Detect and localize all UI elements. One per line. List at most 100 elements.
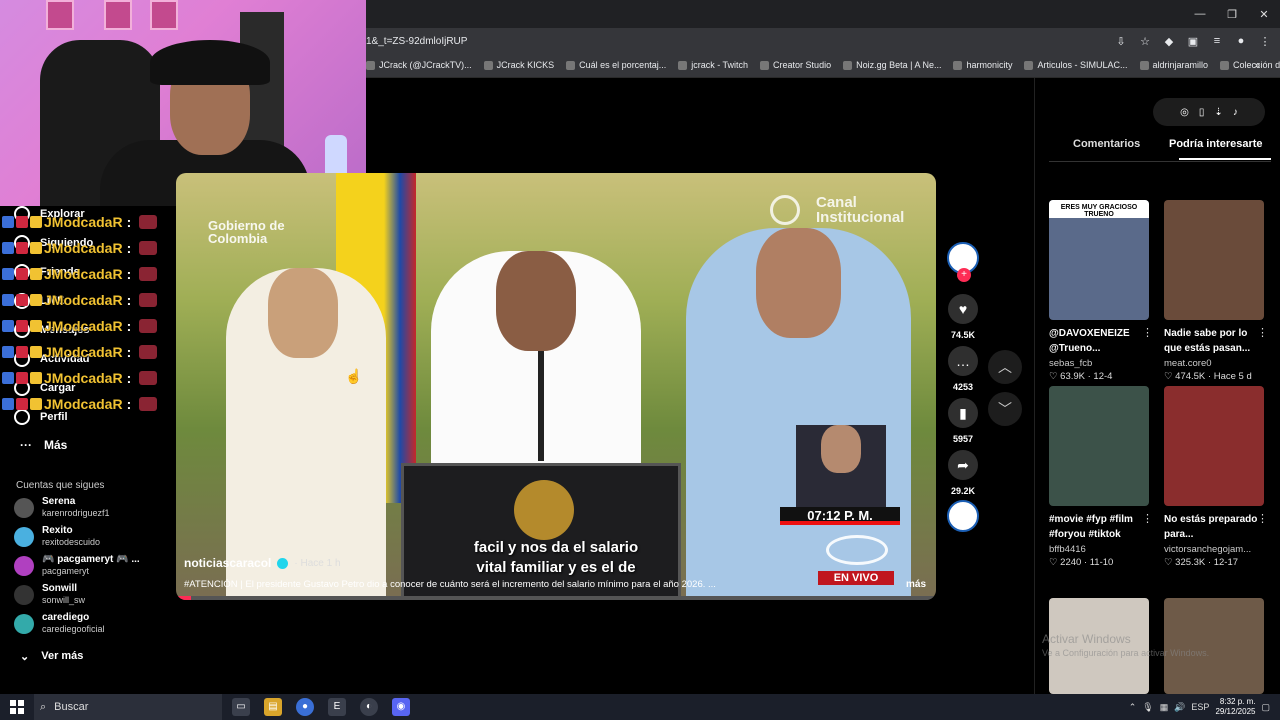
tab-comentarios[interactable]: Comentarios: [1073, 138, 1140, 150]
share-button[interactable]: ➦ 29.2K: [940, 450, 986, 496]
bookmarks-more[interactable]: »: [1254, 60, 1260, 71]
sound-avatar[interactable]: [940, 500, 986, 532]
epic-games-icon[interactable]: E: [328, 698, 346, 716]
next-video-button[interactable]: ﹀: [988, 392, 1022, 426]
bookmark-item[interactable]: jcrack - Twitch: [678, 60, 748, 70]
account-handle: carediegooficial: [42, 624, 105, 634]
avatar: [14, 613, 34, 634]
notifications-icon[interactable]: ▢: [1261, 702, 1270, 713]
bookmark-item[interactable]: Colección de M_blei...: [1220, 60, 1280, 70]
card-channel[interactable]: sebas_fcb: [1049, 358, 1149, 369]
language-indicator[interactable]: ESP: [1191, 702, 1209, 712]
more-options-icon[interactable]: ⋮: [1257, 326, 1268, 339]
profile-icon[interactable]: ●: [1234, 34, 1248, 48]
video-thumbnail[interactable]: [1049, 386, 1149, 506]
url-field[interactable]: 1&_t=ZS-92dmloIjRUP: [366, 36, 467, 47]
bookmark-item[interactable]: JCrack (@JCrackTV)...: [366, 60, 472, 70]
wall-frame: [46, 0, 74, 30]
crown-icon: [30, 216, 42, 228]
card-channel[interactable]: meat.core0: [1164, 358, 1264, 369]
extension-icon[interactable]: ◆: [1162, 34, 1176, 48]
task-view-icon[interactable]: ▭: [232, 698, 250, 716]
download-icon[interactable]: ⇣: [1214, 107, 1222, 118]
bookmark-item[interactable]: Noiz.gg Beta | A Ne...: [843, 60, 941, 70]
like-button[interactable]: ♥ 74.5K: [940, 294, 986, 340]
video-card[interactable]: ERES MUY GRACIOSO TRUENO @DAVOXENEIZE @Tr…: [1049, 200, 1153, 382]
chat-colon: :: [126, 396, 132, 412]
minimize-button[interactable]: —: [1184, 0, 1216, 28]
previous-video-button[interactable]: ︿: [988, 350, 1022, 384]
bookmark-item[interactable]: JCrack KICKS: [483, 60, 554, 70]
chat-colon: :: [126, 344, 132, 360]
bookmark-favicon-icon: [1024, 60, 1034, 70]
video-player[interactable]: Gobierno de Colombia Canal Institucional…: [176, 173, 936, 600]
card-channel[interactable]: bffb4416: [1049, 544, 1149, 555]
card-caption: No estás preparado para...: [1164, 514, 1258, 540]
chrome-icon[interactable]: ●: [296, 698, 314, 716]
video-card[interactable]: Nadie sabe por lo que estás pasan... meat…: [1164, 200, 1268, 382]
taskbar-search[interactable]: ⌕ Buscar: [34, 694, 222, 720]
video-card[interactable]: [1164, 598, 1264, 694]
following-account[interactable]: 🎮 pacgameryt 🎮 ... pacgameryt: [14, 554, 140, 577]
following-account[interactable]: Sonwill sonwill_sw: [14, 583, 85, 606]
install-icon[interactable]: ⇩: [1114, 34, 1128, 48]
star-icon[interactable]: ☆: [1138, 34, 1152, 48]
canal-logo-icon: [770, 195, 800, 225]
activation-watermark-sub: Ve a Configuración para activar Windows.: [1042, 648, 1210, 658]
chat-message-row: JModcadaR:: [2, 214, 158, 230]
more-options-icon[interactable]: ⋮: [1257, 512, 1268, 525]
media-icon[interactable]: ≡: [1210, 34, 1224, 48]
progress-bar[interactable]: [176, 596, 936, 600]
chevron-up-icon[interactable]: ⌃: [1129, 702, 1137, 713]
video-thumbnail[interactable]: ERES MUY GRACIOSO TRUENO: [1049, 200, 1149, 320]
menu-icon[interactable]: ⋮: [1258, 34, 1272, 48]
volume-icon[interactable]: 🔊: [1174, 702, 1185, 713]
more-options-icon[interactable]: ⋮: [1142, 512, 1153, 525]
bookmark-favicon-icon: [953, 60, 963, 70]
video-card[interactable]: No estás preparado para... victorsanchego…: [1164, 386, 1268, 568]
account-text: Serena karenrodriguezf1: [42, 496, 110, 519]
tab-podria-interesarte[interactable]: Podría interesarte: [1169, 138, 1263, 150]
mic-icon[interactable]: 🎙: [1142, 702, 1153, 713]
discord-icon[interactable]: ◉: [392, 698, 410, 716]
account-text: Rexito rexitodescuido: [42, 525, 100, 548]
phone-icon[interactable]: ▯: [1199, 107, 1205, 118]
follow-plus-icon[interactable]: +: [957, 268, 971, 282]
save-button[interactable]: ▮ 5957: [940, 398, 986, 444]
bookmark-item[interactable]: aldrinjaramillo: [1139, 60, 1208, 70]
bookmark-favicon-icon: [366, 60, 375, 70]
close-button[interactable]: ✕: [1248, 0, 1280, 28]
restore-button[interactable]: ❐: [1216, 0, 1248, 28]
video-thumbnail[interactable]: [1164, 200, 1264, 320]
clock[interactable]: 8:32 p. m. 29/12/2025: [1215, 697, 1255, 717]
bookmark-item[interactable]: Cuál es el porcentaj...: [566, 60, 666, 70]
network-icon[interactable]: ▦: [1160, 702, 1169, 713]
video-thumbnail[interactable]: [1164, 598, 1264, 694]
creator-avatar[interactable]: +: [940, 242, 986, 282]
more-link[interactable]: ··· Más: [20, 438, 67, 452]
tiktok-icon[interactable]: ♪: [1233, 107, 1238, 118]
following-account[interactable]: Serena karenrodriguezf1: [14, 496, 110, 519]
gov-watermark: Gobierno de Colombia: [208, 218, 285, 246]
comment-button[interactable]: … 4253: [940, 346, 986, 392]
video-card[interactable]: [1049, 598, 1149, 694]
following-account[interactable]: carediego carediegooficial: [14, 612, 105, 635]
video-thumbnail[interactable]: [1049, 598, 1149, 694]
bookmark-item[interactable]: Articulos - SIMULAC...: [1024, 60, 1128, 70]
puzzle-icon[interactable]: ▣: [1186, 34, 1200, 48]
video-thumbnail[interactable]: [1164, 386, 1264, 506]
video-card[interactable]: #movie #fyp #film #foryou #tiktok bffb441…: [1049, 386, 1153, 568]
more-options-icon[interactable]: ⋮: [1142, 326, 1153, 339]
see-more-link[interactable]: ⌄ Ver más: [20, 650, 83, 663]
following-account[interactable]: Rexito rexitodescuido: [14, 525, 100, 548]
more-description-button[interactable]: más: [906, 579, 926, 590]
comment-icon: …: [948, 346, 978, 376]
compass-icon[interactable]: ◎: [1180, 107, 1189, 118]
bookmark-item[interactable]: harmonicity: [953, 60, 1012, 70]
windows-start-icon[interactable]: [10, 700, 24, 714]
file-explorer-icon[interactable]: ▤: [264, 698, 282, 716]
bookmark-item[interactable]: Creator Studio: [760, 60, 831, 70]
video-author[interactable]: noticiascaracol · Hace 1 h: [184, 556, 341, 570]
card-channel[interactable]: victorsanchegojam...: [1164, 544, 1264, 555]
obs-icon[interactable]: ◐: [360, 698, 378, 716]
